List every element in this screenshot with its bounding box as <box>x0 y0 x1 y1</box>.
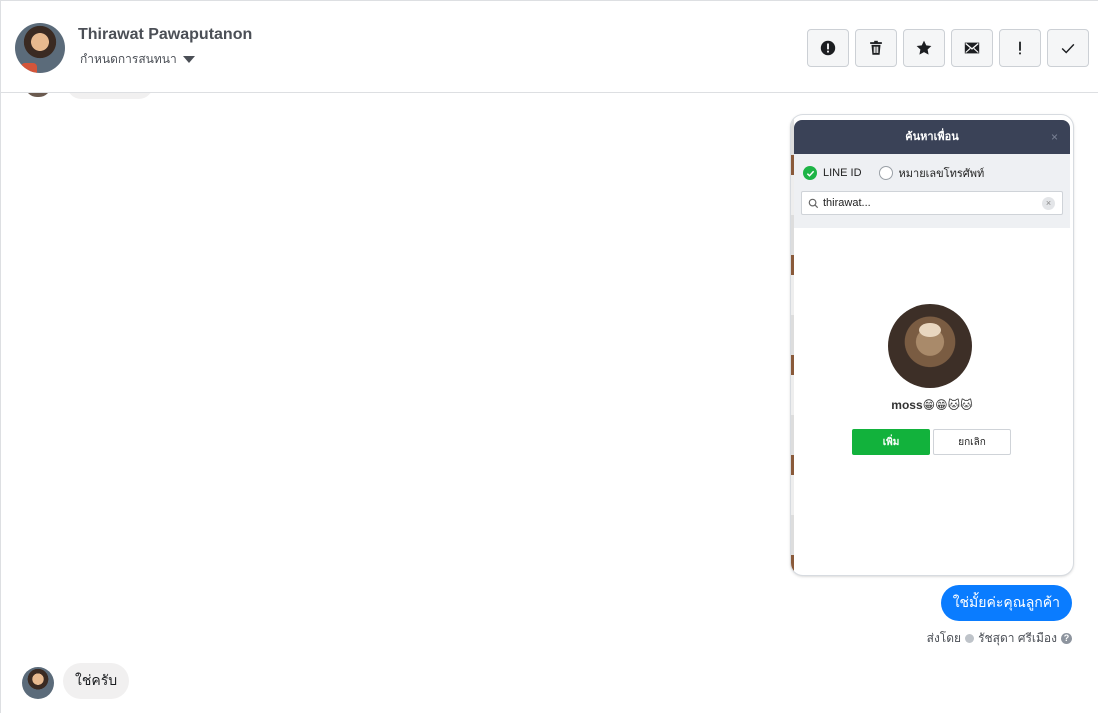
exclamation-icon <box>1019 41 1021 55</box>
friend-search-box: thirawat... × <box>801 191 1063 215</box>
agent-status-icon <box>965 634 975 643</box>
option-phone: หมายเลขโทรศัพท์ <box>898 168 985 180</box>
outgoing-message-bubble[interactable]: ใช่มั้ยค่ะคุณลูกค้า <box>940 585 1072 621</box>
assign-conversation-dropdown[interactable]: กำหนดการสนทนา <box>80 50 195 69</box>
friend-profile-picture <box>888 304 972 388</box>
conversation-panel: Thirawat Pawaputanon กำหนดการสนทนา ค้นหา… <box>0 0 1098 713</box>
alert-circle-icon <box>820 40 836 56</box>
cancel-button: ยกเลิก <box>933 429 1011 455</box>
conversation-header: Thirawat Pawaputanon กำหนดการสนทนา <box>1 1 1098 93</box>
contact-avatar[interactable] <box>15 23 65 73</box>
envelope-icon <box>964 42 980 54</box>
close-icon: × <box>1050 130 1058 144</box>
contact-message-avatar[interactable] <box>22 667 54 699</box>
friend-profile-name: moss😁😁🐱🐱 <box>891 398 973 412</box>
search-value: thirawat... <box>823 197 871 209</box>
mark-unread-button[interactable] <box>951 29 993 67</box>
add-friend-button: เพิ่ม <box>852 429 930 455</box>
contact-name[interactable]: Thirawat Pawaputanon <box>78 26 252 44</box>
sent-by-name[interactable]: รัชสุดา ศรีเมือง <box>978 629 1057 648</box>
checked-radio-icon <box>803 166 817 180</box>
find-friend-title: ค้นหาเพื่อน <box>905 131 959 143</box>
help-icon[interactable]: ? <box>1061 633 1072 644</box>
header-actions <box>807 29 1089 67</box>
checkmark-icon <box>1061 43 1075 54</box>
option-line-id: LINE ID <box>823 167 862 179</box>
unchecked-radio-icon <box>878 166 893 180</box>
delete-button[interactable] <box>855 29 897 67</box>
spam-button[interactable] <box>999 29 1041 67</box>
search-options: LINE ID หมายเลขโทรศัพท์ thirawat... × <box>794 154 1070 228</box>
assign-label: กำหนดการสนทนา <box>80 52 177 66</box>
star-icon <box>916 40 932 55</box>
search-type-radios: LINE ID หมายเลขโทรศัพท์ <box>803 164 984 182</box>
report-button[interactable] <box>807 29 849 67</box>
star-button[interactable] <box>903 29 945 67</box>
find-friend-dialog-header: ค้นหาเพื่อน × <box>794 120 1070 154</box>
trash-icon <box>870 40 882 55</box>
clear-icon: × <box>1042 197 1055 210</box>
search-icon <box>808 198 819 208</box>
sent-by-prefix: ส่งโดย <box>926 631 962 645</box>
caret-down-icon <box>182 56 195 63</box>
incoming-message-bubble[interactable]: ใช่ครับ <box>63 663 130 699</box>
sent-by-info: ส่งโดย รัชสุดา ศรีเมือง ? <box>927 629 1072 648</box>
attached-screenshot[interactable]: ค้นหาเพื่อน × LINE ID หมายเลขโทรศัพท์ th… <box>791 115 1073 575</box>
done-button[interactable] <box>1047 29 1089 67</box>
